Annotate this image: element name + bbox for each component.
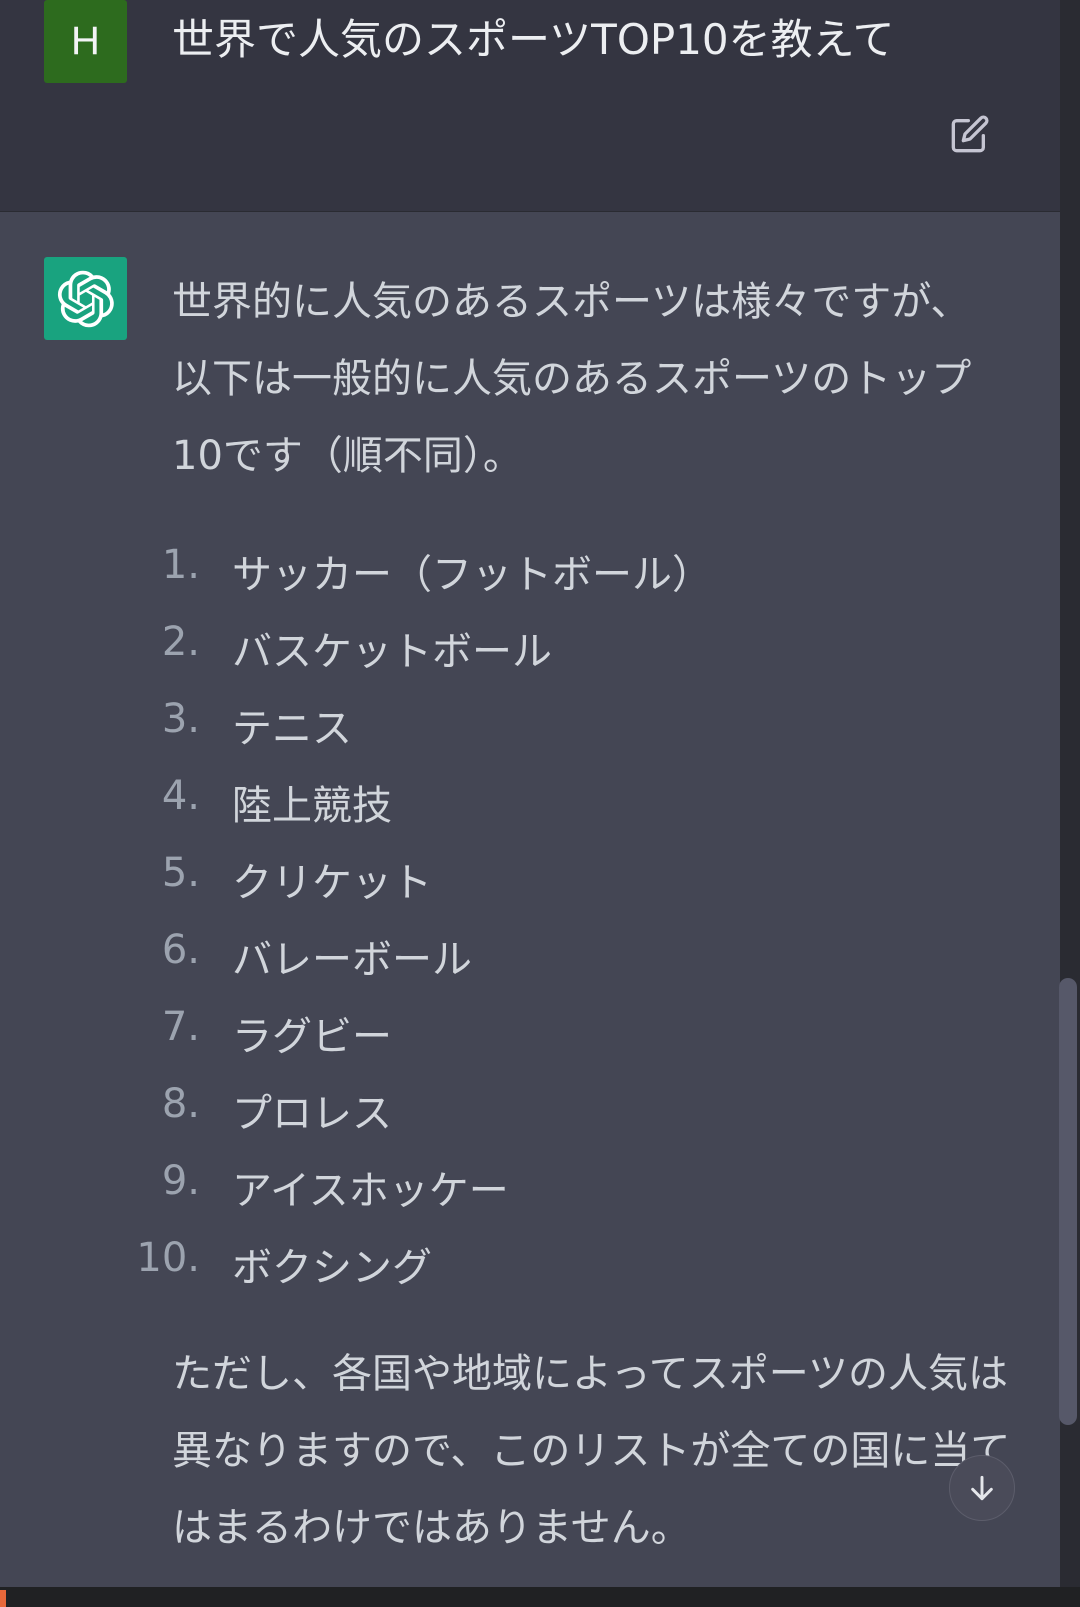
- list-item-text: クリケット: [232, 860, 432, 906]
- list-item-number: 4.: [161, 773, 200, 819]
- list-item-number: 8.: [161, 1081, 200, 1127]
- assistant-outro-text: ただし、各国や地域によってスポーツの人気は異なりますので、このリストが全ての国に…: [172, 1351, 1011, 1551]
- user-avatar-letter: H: [71, 19, 100, 63]
- list-item-text: テニス: [232, 706, 352, 752]
- user-message-text: 世界で人気のスポーツTOP10を教えて: [172, 15, 895, 64]
- bottom-accent: [0, 1590, 6, 1607]
- list-item-number: 6.: [161, 927, 200, 973]
- edit-icon: [951, 115, 989, 153]
- list-item-text: ラグビー: [232, 1014, 392, 1060]
- list-item-number: 10.: [136, 1235, 200, 1281]
- scrollbar-thumb[interactable]: [1059, 978, 1077, 1425]
- list-item-number: 5.: [161, 850, 200, 896]
- openai-logo-icon: [57, 270, 114, 327]
- arrow-down-icon: [971, 1475, 993, 1501]
- edit-message-button[interactable]: [946, 110, 994, 158]
- list-item-number: 1.: [161, 542, 200, 588]
- list-item-text: ボクシング: [232, 1245, 432, 1291]
- assistant-avatar: [44, 257, 127, 340]
- list-item-number: 9.: [161, 1158, 200, 1204]
- scroll-to-bottom-button[interactable]: [949, 1455, 1015, 1521]
- list-item-text: 陸上競技: [232, 783, 392, 829]
- bottom-bar: [0, 1587, 1080, 1607]
- list-item-text: サッカー（フットボール）: [232, 552, 712, 598]
- list-item-number: 2.: [161, 619, 200, 665]
- assistant-intro-text: 世界的に人気のあるスポーツは様々ですが、以下は一般的に人気のあるスポーツのトップ…: [172, 279, 972, 479]
- list-item-number: 3.: [161, 696, 200, 742]
- user-message-row: H 世界で人気のスポーツTOP10を教えて: [0, 0, 1060, 211]
- list-item-text: バスケットボール: [232, 629, 552, 675]
- list-item-text: バレーボール: [232, 937, 472, 983]
- user-avatar: H: [44, 0, 127, 83]
- list-item-text: アイスホッケー: [232, 1168, 509, 1214]
- list-item-number: 7.: [161, 1004, 200, 1050]
- list-item-text: プロレス: [232, 1091, 392, 1137]
